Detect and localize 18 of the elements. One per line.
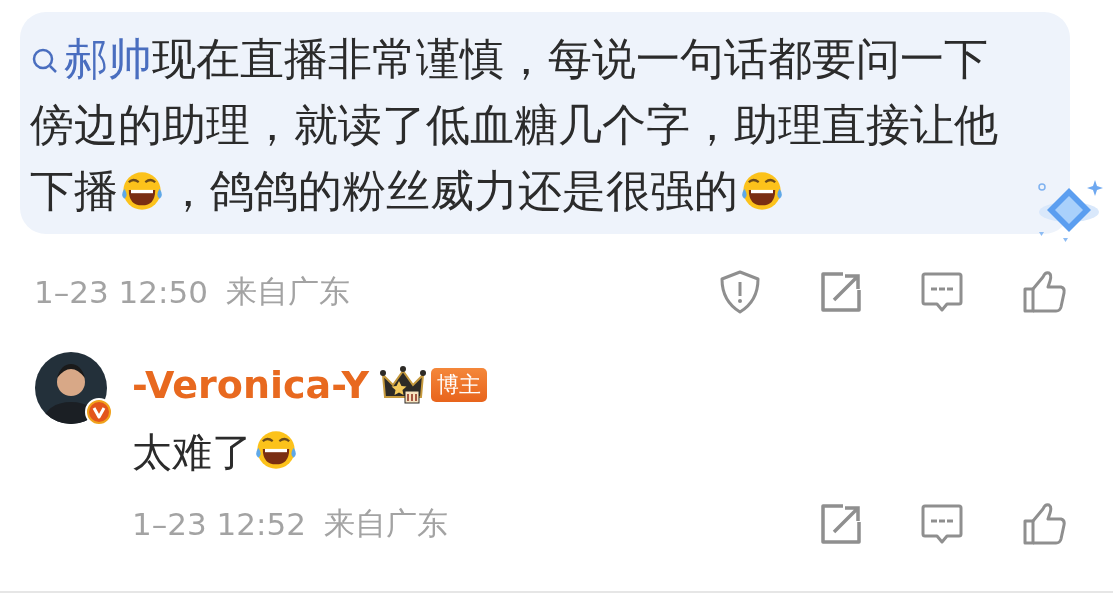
share-icon[interactable]	[819, 270, 863, 314]
share-icon[interactable]	[819, 502, 863, 546]
comment-icon[interactable]	[920, 502, 964, 546]
mention-link[interactable]: 郝帅	[30, 33, 152, 84]
thumbs-up-icon[interactable]	[1021, 501, 1067, 547]
blogger-tag: 博主	[430, 368, 487, 402]
thumbs-up-icon[interactable]	[1021, 269, 1067, 315]
timestamp: 1–23 12:52	[132, 506, 306, 542]
location-label: 来自广东	[225, 272, 350, 311]
timestamp: 1–23 12:50	[34, 274, 208, 310]
laughing-emoji-icon	[254, 428, 298, 472]
comment-icon[interactable]	[920, 270, 964, 314]
quoted-comment: 郝帅现在直播非常谨慎，每说一句话都要问一下傍边的助理，就读了低血糖几个字，助理直接让他下播 ，鸽鸽的粉丝威力还是很强的	[20, 12, 1070, 234]
author-name[interactable]: -Veronica-Y	[132, 360, 369, 410]
crown-icon	[378, 365, 427, 405]
location-label: 来自广东	[323, 504, 448, 543]
reply-text: 太难了	[132, 424, 1113, 480]
shield-alert-icon[interactable]	[718, 269, 762, 315]
